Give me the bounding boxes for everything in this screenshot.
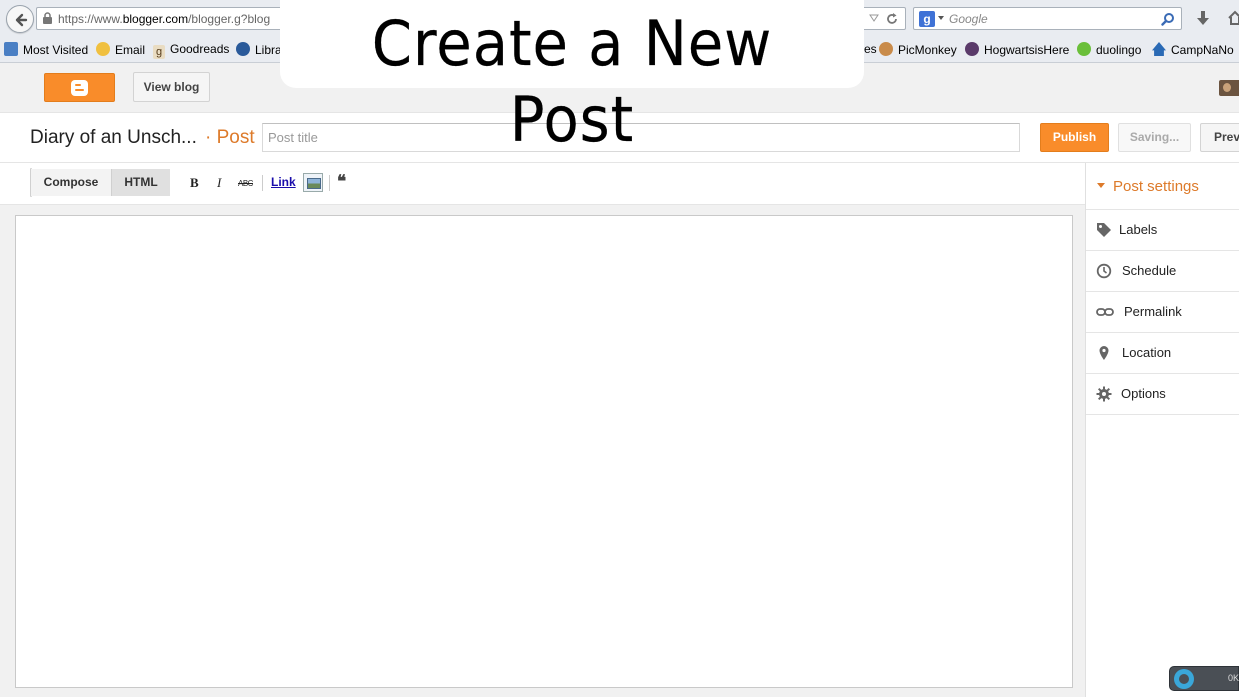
sidebar-item-location[interactable]: Location [1086,333,1239,374]
lock-icon [43,12,52,24]
duolingo-icon [1077,42,1091,56]
post-settings-title: Post settings [1113,178,1199,195]
hogwarts-icon [965,42,979,56]
location-pin-icon [1099,346,1109,360]
search-input[interactable]: Google [949,12,988,26]
blog-name[interactable]: Diary of an Unsch... [30,127,197,149]
bookmark-hogwarts[interactable]: HogwartsisHere [965,42,1069,58]
sidebar-item-label: Permalink [1124,304,1182,319]
widget-logo-icon [1174,669,1194,689]
editor-toolbar: Compose HTML B I ABC Link ❝ [0,163,1085,205]
sidebar-item-labels[interactable]: Labels [1086,210,1239,251]
post-settings-sidebar: Post settings Labels Schedule Permalink … [1085,163,1239,697]
avatar[interactable] [1219,80,1239,96]
view-blog-button[interactable]: View blog [133,72,210,102]
tag-icon [1097,223,1111,237]
sidebar-item-schedule[interactable]: Schedule [1086,251,1239,292]
most-visited-icon [4,42,18,56]
html-mode-button[interactable]: HTML [112,169,170,196]
corner-widget[interactable]: 0K [1169,666,1239,691]
clock-icon [1096,263,1112,279]
back-button[interactable] [6,5,34,33]
post-body-editor[interactable] [15,215,1073,688]
back-arrow-icon [15,13,28,27]
bold-button[interactable]: B [190,175,199,191]
sidebar-item-permalink[interactable]: Permalink [1086,292,1239,333]
search-bar[interactable]: g Google [913,7,1182,30]
email-icon [96,42,110,56]
preview-button[interactable]: Prev [1200,123,1239,152]
post-settings-header[interactable]: Post settings [1086,163,1239,210]
sidebar-item-label: Schedule [1122,263,1177,278]
insert-image-icon[interactable] [303,173,323,192]
sidebar-item-label: Labels [1119,222,1158,237]
url-text[interactable]: https://www.blogger.com/blogger.g?blog [58,12,270,26]
strikethrough-button[interactable]: ABC [238,179,253,188]
download-icon[interactable] [1196,10,1210,26]
reload-icon[interactable] [885,12,899,26]
campnano-icon [1152,42,1166,56]
editor-container [0,205,1085,697]
gear-icon [1096,386,1112,402]
bookmark-most-visited[interactable]: Most Visited [4,42,88,58]
post-breadcrumb: · Post [205,127,255,148]
link-icon [1096,308,1114,316]
italic-button[interactable]: I [217,175,221,191]
bookmark-duolingo[interactable]: duolingo [1077,42,1141,58]
publish-button[interactable]: Publish [1040,123,1109,152]
compose-mode-button[interactable]: Compose [31,169,112,196]
sidebar-item-label: Options [1121,386,1166,401]
blogger-logo-button[interactable] [44,73,115,102]
sidebar-item-label: Location [1122,345,1172,360]
url-dropdown-icon[interactable] [869,13,879,23]
saving-button[interactable]: Saving... [1118,123,1191,152]
goodreads-icon: g [153,45,165,59]
bookmark-library[interactable]: Libra [236,42,282,58]
library-icon [236,42,250,56]
sidebar-item-options[interactable]: Options [1086,374,1239,415]
bookmark-picmonkey[interactable]: PicMonkey [879,42,957,58]
widget-text: 0K [1228,673,1239,683]
blogger-logo-icon [71,80,88,96]
toolbar-divider [262,175,263,191]
bookmark-campnano[interactable]: CampNaNo [1152,42,1234,58]
search-icon[interactable] [1161,12,1175,26]
title-overlay: Create a New Post [280,0,864,156]
google-engine-icon[interactable]: g [919,11,935,27]
engine-dropdown-icon[interactable] [938,16,944,20]
overlay-title: Create a New Post [371,7,773,156]
link-button[interactable]: Link [271,175,296,189]
toolbar-divider [329,175,330,191]
picmonkey-icon [879,42,893,56]
home-icon[interactable] [1228,10,1239,26]
editor-mode-toggle: Compose HTML [30,168,170,197]
quote-icon[interactable]: ❝ [337,172,346,192]
bookmark-goodreads[interactable]: g Goodreads [153,42,229,59]
caret-down-icon [1097,183,1105,188]
bookmark-email[interactable]: Email [96,42,145,58]
bookmark-partial[interactable]: es [864,42,877,58]
